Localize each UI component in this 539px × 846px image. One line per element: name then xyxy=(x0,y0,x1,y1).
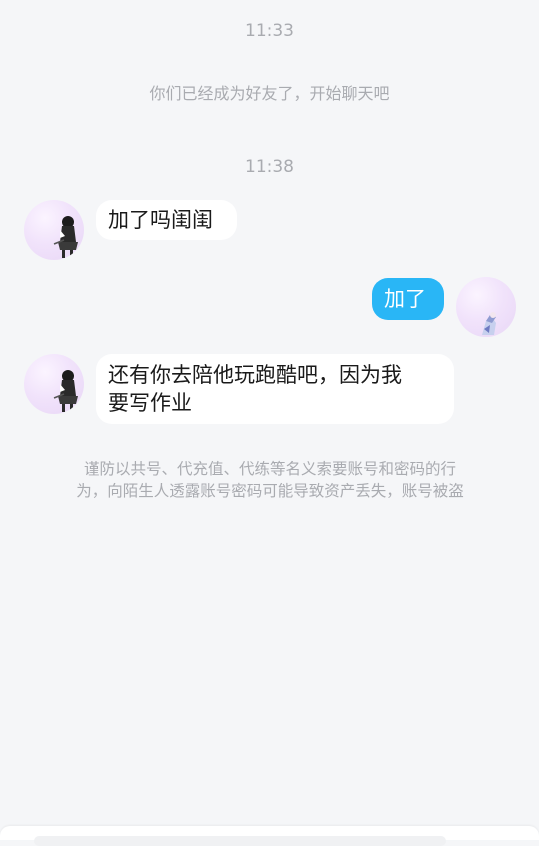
message-bubble-sent[interactable]: 加了 xyxy=(372,278,444,320)
security-warning-line: 谨防以共号、代充值、代练等名义索要账号和密码的行 xyxy=(83,460,456,478)
message-text-line: 还有你去陪他玩跑酷吧，因为我 xyxy=(108,363,402,387)
system-note-friends: 你们已经成为好友了，开始聊天吧 xyxy=(149,84,390,103)
contact-avatar[interactable] xyxy=(24,354,84,414)
message-text-line: 要写作业 xyxy=(108,391,192,415)
timestamp: 11:33 xyxy=(245,21,294,41)
message-text: 加了 xyxy=(384,287,426,311)
message-bubble-received[interactable]: 加了吗闺闺 xyxy=(96,200,237,240)
message-bubble-received[interactable]: 还有你去陪他玩跑酷吧，因为我 要写作业 xyxy=(96,354,454,424)
timestamp: 11:38 xyxy=(245,157,294,177)
user-avatar[interactable] xyxy=(456,277,516,337)
contact-avatar[interactable] xyxy=(24,200,84,260)
anime-figure-icon xyxy=(482,312,496,335)
security-warning-line: 为，向陌生人透露账号密码可能导致资产丢失，账号被盗 xyxy=(76,482,464,500)
girl-figure-icon xyxy=(53,370,78,412)
security-warning: 谨防以共号、代充值、代练等名义索要账号和密码的行 为，向陌生人透露账号密码可能导… xyxy=(44,458,496,502)
message-text: 加了吗闺闺 xyxy=(108,208,213,232)
girl-figure-icon xyxy=(53,216,78,258)
message-input[interactable] xyxy=(34,836,446,846)
